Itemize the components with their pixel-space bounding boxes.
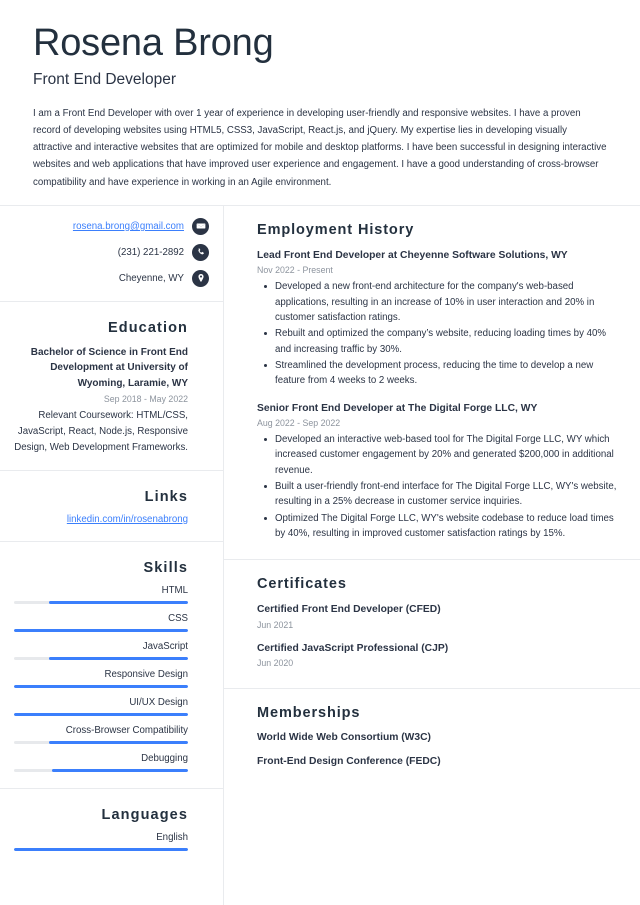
skill-item: Cross-Browser Compatibility bbox=[14, 725, 188, 744]
memberships-heading: Memberships bbox=[257, 705, 361, 722]
skills-list: HTML CSS JavaScript Responsive Design UI/UX … bbox=[14, 585, 188, 772]
skills-section: Skills HTML CSS JavaScript Responsive Desig… bbox=[0, 542, 223, 789]
skill-item-track bbox=[14, 684, 188, 688]
education-section: Education Bachelor of Science in Front E… bbox=[0, 302, 223, 471]
language-item-fill bbox=[14, 847, 188, 851]
employment-bullet: Built a user-friendly front-end interfac… bbox=[264, 479, 620, 510]
employment-entry-title: Senior Front End Developer at The Digita… bbox=[257, 402, 538, 414]
skill-item-fill bbox=[14, 628, 188, 632]
skill-item-fill bbox=[48, 740, 188, 744]
language-item: English bbox=[14, 832, 188, 851]
skill-item-label: UI/UX Design bbox=[129, 696, 188, 708]
candidate-job-title: Front End Developer bbox=[33, 70, 177, 88]
sidebar-column: rosena.brong@gmail.com (231) 221-2892 Ch… bbox=[0, 205, 224, 905]
certificate-title: Certified Front End Developer (CFED) bbox=[257, 604, 441, 616]
certificate-entry: Certified JavaScript Professional (CJP) J… bbox=[257, 642, 620, 668]
employment-entry: Lead Front End Developer at Cheyenne Sof… bbox=[257, 249, 620, 389]
skill-item-fill bbox=[48, 600, 188, 604]
skill-item-track bbox=[14, 768, 188, 772]
employment-bullets: Developed an interactive web-based tool … bbox=[257, 432, 620, 541]
skill-item-fill bbox=[14, 684, 188, 688]
skill-item: JavaScript bbox=[14, 641, 188, 660]
employment-bullet: Optimized The Digital Forge LLC, WY's we… bbox=[264, 511, 620, 542]
employment-bullet: Streamlined the development process, red… bbox=[264, 358, 620, 389]
certificate-date: Jun 2021 bbox=[257, 619, 294, 630]
phone-icon bbox=[192, 243, 209, 261]
links-heading: Links bbox=[144, 488, 188, 505]
language-item-track bbox=[14, 847, 188, 851]
language-item-label: English bbox=[156, 831, 188, 843]
memberships-section: Memberships World Wide Web Consortium (W… bbox=[224, 689, 640, 785]
envelope-icon bbox=[192, 217, 209, 235]
location-pin-icon bbox=[192, 269, 209, 287]
employment-bullet: Developed a new front-end architecture f… bbox=[264, 279, 620, 325]
skill-item: UI/UX Design bbox=[14, 697, 188, 716]
employment-entry-date: Aug 2022 - Sep 2022 bbox=[257, 417, 341, 428]
skill-item-track bbox=[14, 740, 188, 744]
skill-item-label: Cross-Browser Compatibility bbox=[65, 724, 188, 736]
skill-item-label: Debugging bbox=[141, 752, 188, 764]
certificate-date: Jun 2020 bbox=[257, 658, 294, 669]
skill-item-track bbox=[14, 628, 188, 632]
skill-item-fill bbox=[48, 656, 188, 660]
skill-item-track bbox=[14, 656, 188, 660]
contact-section: rosena.brong@gmail.com (231) 221-2892 Ch… bbox=[0, 206, 223, 302]
education-heading: Education bbox=[108, 319, 188, 336]
languages-heading: Languages bbox=[101, 806, 188, 823]
main-column: Employment History Lead Front End Develo… bbox=[224, 206, 640, 905]
resume-header: Rosena Brong Front End Developer I am a … bbox=[0, 0, 640, 205]
languages-section: Languages English bbox=[0, 789, 223, 867]
skill-item-label: JavaScript bbox=[142, 640, 188, 652]
contact-row-location: Cheyenne, WY bbox=[14, 269, 209, 287]
employment-heading: Employment History bbox=[257, 221, 415, 238]
contact-row-phone: (231) 221-2892 bbox=[14, 243, 209, 261]
skill-item-fill bbox=[52, 768, 188, 772]
certificates-section: Certificates Certified Front End Develop… bbox=[224, 560, 640, 690]
skill-item-track bbox=[14, 712, 188, 716]
education-date: Sep 2018 - May 2022 bbox=[103, 394, 188, 405]
employment-bullet: Developed an interactive web-based tool … bbox=[264, 432, 620, 478]
employment-entry-date: Nov 2022 - Present bbox=[257, 265, 333, 276]
employment-section: Employment History Lead Front End Develo… bbox=[224, 206, 640, 561]
contact-row-email[interactable]: rosena.brong@gmail.com bbox=[14, 217, 209, 235]
education-degree: Bachelor of Science in Front End Develop… bbox=[30, 346, 188, 389]
languages-list: English bbox=[14, 832, 188, 851]
skill-item-label: CSS bbox=[168, 612, 188, 624]
skill-item: Responsive Design bbox=[14, 669, 188, 688]
skill-item: CSS bbox=[14, 613, 188, 632]
phone-value: (231) 221-2892 bbox=[117, 246, 184, 258]
skill-item: Debugging bbox=[14, 753, 188, 772]
employment-bullet: Rebuilt and optimized the company’s webs… bbox=[264, 326, 620, 357]
location-value: Cheyenne, WY bbox=[118, 272, 184, 284]
employment-entry-title: Lead Front End Developer at Cheyenne Sof… bbox=[257, 249, 568, 261]
skill-item: HTML bbox=[14, 585, 188, 604]
education-description: Relevant Coursework: HTML/CSS, JavaScrip… bbox=[14, 410, 188, 453]
links-section: Links linkedin.com/in/rosenabrong bbox=[0, 471, 223, 542]
professional-summary: I am a Front End Developer with over 1 y… bbox=[33, 107, 607, 188]
email-value[interactable]: rosena.brong@gmail.com bbox=[73, 221, 184, 232]
membership-entry: Front-End Design Conference (FEDC) bbox=[257, 756, 441, 768]
resume-body: rosena.brong@gmail.com (231) 221-2892 Ch… bbox=[0, 205, 640, 905]
employment-list: Lead Front End Developer at Cheyenne Sof… bbox=[257, 249, 620, 541]
employment-bullets: Developed a new front-end architecture f… bbox=[257, 279, 620, 388]
skills-heading: Skills bbox=[143, 559, 188, 576]
candidate-name: Rosena Brong bbox=[33, 22, 274, 64]
skill-item-fill bbox=[14, 712, 188, 716]
certificates-list: Certified Front End Developer (CFED) Jun … bbox=[257, 603, 620, 668]
certificate-entry: Certified Front End Developer (CFED) Jun … bbox=[257, 603, 620, 629]
certificate-title: Certified JavaScript Professional (CJP) bbox=[257, 642, 449, 654]
employment-entry: Senior Front End Developer at The Digita… bbox=[257, 402, 620, 542]
skill-item-track bbox=[14, 600, 188, 604]
memberships-list: World Wide Web Consortium (W3C) Front-End… bbox=[257, 732, 620, 767]
skill-item-label: Responsive Design bbox=[104, 668, 188, 680]
membership-entry: World Wide Web Consortium (W3C) bbox=[257, 732, 431, 744]
resume-page: Rosena Brong Front End Developer I am a … bbox=[0, 0, 640, 905]
link-item-linkedin[interactable]: linkedin.com/in/rosenabrong bbox=[14, 514, 188, 525]
certificates-heading: Certificates bbox=[257, 576, 347, 593]
skill-item-label: HTML bbox=[161, 584, 188, 596]
